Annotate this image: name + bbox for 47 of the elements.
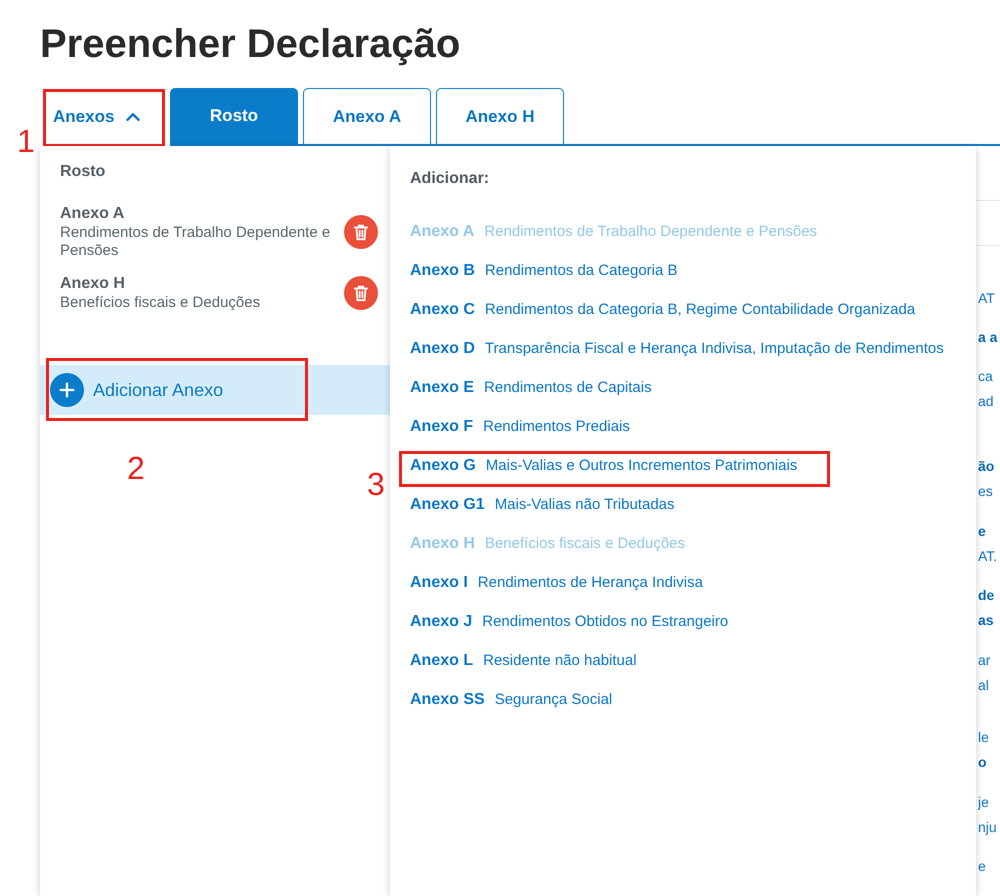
add-annex-button[interactable]: Adicionar Anexo — [40, 365, 390, 415]
annex-menu-item[interactable]: Anexo E Rendimentos de Capitais — [410, 376, 652, 400]
tab[interactable]: Anexo H — [436, 88, 564, 144]
background-text: al — [978, 676, 990, 695]
background-text: e — [978, 522, 987, 541]
annex-menu-item[interactable]: Anexo J Rendimentos Obtidos no Estrangeiro — [410, 610, 728, 634]
delete-button[interactable] — [344, 215, 378, 249]
page-title: Preencher Declaração — [40, 21, 460, 68]
background-text: a a — [978, 328, 998, 347]
annex-menu-item[interactable]: Anexo I Rendimentos de Herança Indivisa — [410, 570, 703, 594]
background-text: AT — [978, 289, 996, 308]
annex-description: Benefícios fiscais e Deduções — [60, 294, 260, 312]
background-text: o — [978, 753, 988, 772]
annex-menu-item[interactable]: Anexo C Rendimentos da Categoria B, Regime Contabilidade Organizada — [410, 298, 916, 322]
annex-menu-item[interactable]: Anexo F Rendimentos Prediais — [410, 414, 630, 438]
annotation-number: 3 — [367, 468, 385, 500]
annex-name[interactable]: Anexo A — [60, 204, 124, 224]
background-text: AT. — [978, 547, 998, 566]
annotation-number: 1 — [17, 125, 35, 157]
background-text: nju — [978, 818, 998, 837]
trash-icon — [352, 284, 370, 302]
background-text: e — [978, 857, 987, 876]
tab[interactable]: Anexo A — [303, 88, 431, 144]
annex-menu-item[interactable]: Anexo D Transparência Fiscal e Herança Indivisa, Imputação de Rendimentos — [410, 336, 944, 360]
annex-description: Rendimentos de Trabalho Dependente e Pensões — [60, 224, 332, 260]
annex-name[interactable]: Anexo H — [60, 274, 125, 294]
annex-name[interactable]: Rosto — [60, 162, 106, 182]
tab[interactable]: Rosto — [170, 88, 298, 144]
menu-heading: Adicionar: — [410, 169, 490, 189]
delete-button[interactable] — [344, 276, 378, 310]
annex-menu-item[interactable]: Anexo G Mais-Valias e Outros Incrementos Patrimoniais — [410, 454, 798, 478]
background-text: le — [978, 728, 990, 747]
background-text: je — [978, 793, 990, 812]
background-text: ad — [978, 392, 995, 411]
background-text: es — [978, 482, 994, 501]
annex-menu-item[interactable]: Anexo B Rendimentos da Categoria B — [410, 258, 678, 282]
background-text: ar — [978, 651, 992, 670]
annex-menu-item[interactable]: Anexo SS Segurança Social — [410, 688, 612, 712]
annex-menu-item[interactable]: Anexo G1 Mais-Valias não Tributadas — [410, 492, 674, 516]
background-text: ão — [978, 457, 996, 476]
annexes-dropdown-button[interactable]: Anexos — [45, 88, 165, 146]
annotation-number: 2 — [127, 452, 145, 484]
trash-icon — [352, 223, 370, 241]
background-text: de — [978, 586, 996, 605]
annex-menu-item[interactable]: Anexo L Residente não habitual — [410, 648, 637, 672]
background-text: ca — [978, 367, 994, 386]
background-text: as — [978, 611, 995, 630]
